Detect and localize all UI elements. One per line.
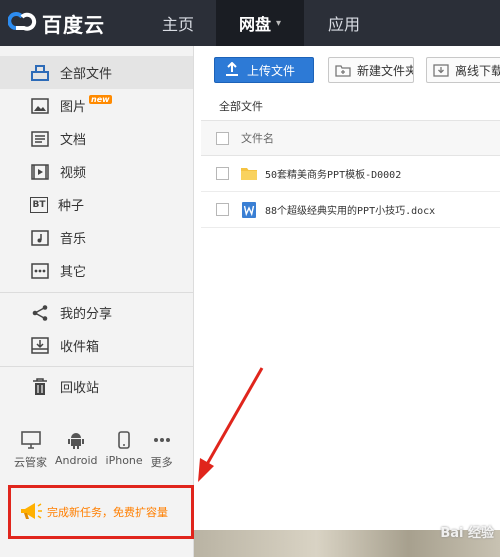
upload-button[interactable]: 上传文件 — [214, 57, 314, 83]
client-android[interactable]: Android — [55, 430, 98, 470]
new-folder-icon — [335, 64, 351, 77]
client-more[interactable]: 更多 — [151, 430, 173, 470]
word-doc-icon — [241, 201, 257, 218]
iphone-icon — [118, 430, 130, 450]
file-name[interactable]: 88个超级经典实用的PPT小技巧.docx — [265, 202, 435, 217]
new-folder-label: 新建文件夹 — [357, 63, 414, 78]
sidebar-item-label: 音乐 — [60, 232, 87, 247]
sidebar-item-label: 图片 — [60, 100, 87, 115]
client-label: 云管家 — [14, 456, 47, 469]
brand-name: 百度云 — [42, 12, 105, 37]
promo-banner[interactable]: 完成新任务，免费扩容量 — [8, 485, 194, 539]
brand[interactable]: 百度云 — [0, 0, 140, 46]
sidebar-item-label: 我的分享 — [60, 307, 113, 322]
offline-download-label: 离线下载 — [455, 63, 500, 78]
sidebar-item-recycle-bin[interactable]: 回收站 — [0, 370, 193, 403]
sidebar: 全部文件 图片 new 文档 视频 BT 种子 音乐 其它 我的分享 收件箱 回… — [0, 46, 194, 557]
android-icon — [68, 430, 85, 450]
video-icon — [30, 162, 50, 182]
nav-home[interactable]: 主页 — [140, 0, 216, 46]
client-iphone[interactable]: iPhone — [106, 430, 143, 470]
breadcrumb[interactable]: 全部文件 — [219, 98, 263, 114]
folder-tray-icon — [30, 63, 50, 83]
trash-icon — [30, 377, 50, 397]
megaphone-icon — [19, 501, 43, 524]
sidebar-divider — [0, 292, 193, 293]
share-icon — [30, 303, 50, 323]
sidebar-item-all-files[interactable]: 全部文件 — [0, 56, 193, 89]
top-nav: 百度云 主页 网盘 ▾ 应用 — [0, 0, 500, 46]
client-label: 更多 — [150, 456, 173, 469]
chevron-down-icon: ▾ — [275, 17, 282, 29]
sidebar-divider — [0, 366, 193, 367]
music-icon — [30, 228, 50, 248]
client-downloads: 云管家 Android iPhone 更多 — [14, 430, 181, 470]
more-dots-icon — [30, 261, 50, 281]
sidebar-item-label: 文档 — [60, 133, 87, 148]
file-row[interactable]: 88个超级经典实用的PPT小技巧.docx — [201, 192, 500, 228]
row-checkbox[interactable] — [216, 167, 229, 180]
sidebar-item-others[interactable]: 其它 — [0, 254, 193, 287]
new-folder-button[interactable]: 新建文件夹 — [328, 57, 414, 83]
image-icon — [30, 96, 50, 116]
sidebar-item-label: 收件箱 — [60, 340, 100, 355]
more-icon — [153, 430, 171, 450]
file-list-header: 文件名 — [201, 120, 500, 156]
client-label: Android — [55, 454, 98, 467]
offline-download-icon — [433, 63, 449, 77]
inbox-icon — [30, 336, 50, 356]
new-badge: new — [89, 95, 112, 104]
sidebar-item-label: 种子 — [58, 199, 85, 214]
folder-icon — [241, 166, 257, 182]
row-checkbox[interactable] — [216, 203, 229, 216]
sidebar-item-label: 全部文件 — [60, 67, 113, 82]
client-pc[interactable]: 云管家 — [14, 430, 47, 470]
client-label: iPhone — [105, 454, 143, 467]
promo-label: 完成新任务，免费扩容量 — [47, 506, 168, 519]
upload-label: 上传文件 — [247, 63, 296, 78]
toolbar: 上传文件 新建文件夹 离线下载 — [194, 46, 500, 92]
sidebar-item-label: 视频 — [60, 166, 87, 181]
column-header-filename[interactable]: 文件名 — [241, 130, 274, 146]
upload-icon — [225, 61, 239, 79]
file-row[interactable]: 50套精美商务PPT模板-D0002 — [201, 156, 500, 192]
nav-app[interactable]: 应用 — [304, 0, 384, 46]
watermark: Bai 经验 — [440, 526, 494, 541]
sidebar-item-documents[interactable]: 文档 — [0, 122, 193, 155]
sidebar-item-music[interactable]: 音乐 — [0, 221, 193, 254]
sidebar-item-inbox[interactable]: 收件箱 — [0, 329, 193, 362]
offline-download-button[interactable]: 离线下载 — [426, 57, 500, 83]
baidu-cloud-logo-icon — [7, 8, 38, 38]
monitor-icon — [20, 430, 41, 450]
sidebar-item-label: 其它 — [60, 265, 87, 280]
nav-disk[interactable]: 网盘 ▾ — [216, 0, 304, 46]
nav-disk-label: 网盘 — [238, 15, 271, 34]
sidebar-item-label: 回收站 — [60, 381, 100, 396]
sidebar-item-torrents[interactable]: BT 种子 — [0, 188, 193, 221]
sidebar-item-images[interactable]: 图片 new — [0, 89, 193, 122]
sidebar-item-videos[interactable]: 视频 — [0, 155, 193, 188]
select-all-checkbox[interactable] — [216, 131, 229, 145]
sidebar-item-my-share[interactable]: 我的分享 — [0, 296, 193, 329]
bt-icon: BT — [30, 196, 48, 213]
document-icon — [30, 129, 50, 149]
file-name[interactable]: 50套精美商务PPT模板-D0002 — [265, 166, 401, 181]
